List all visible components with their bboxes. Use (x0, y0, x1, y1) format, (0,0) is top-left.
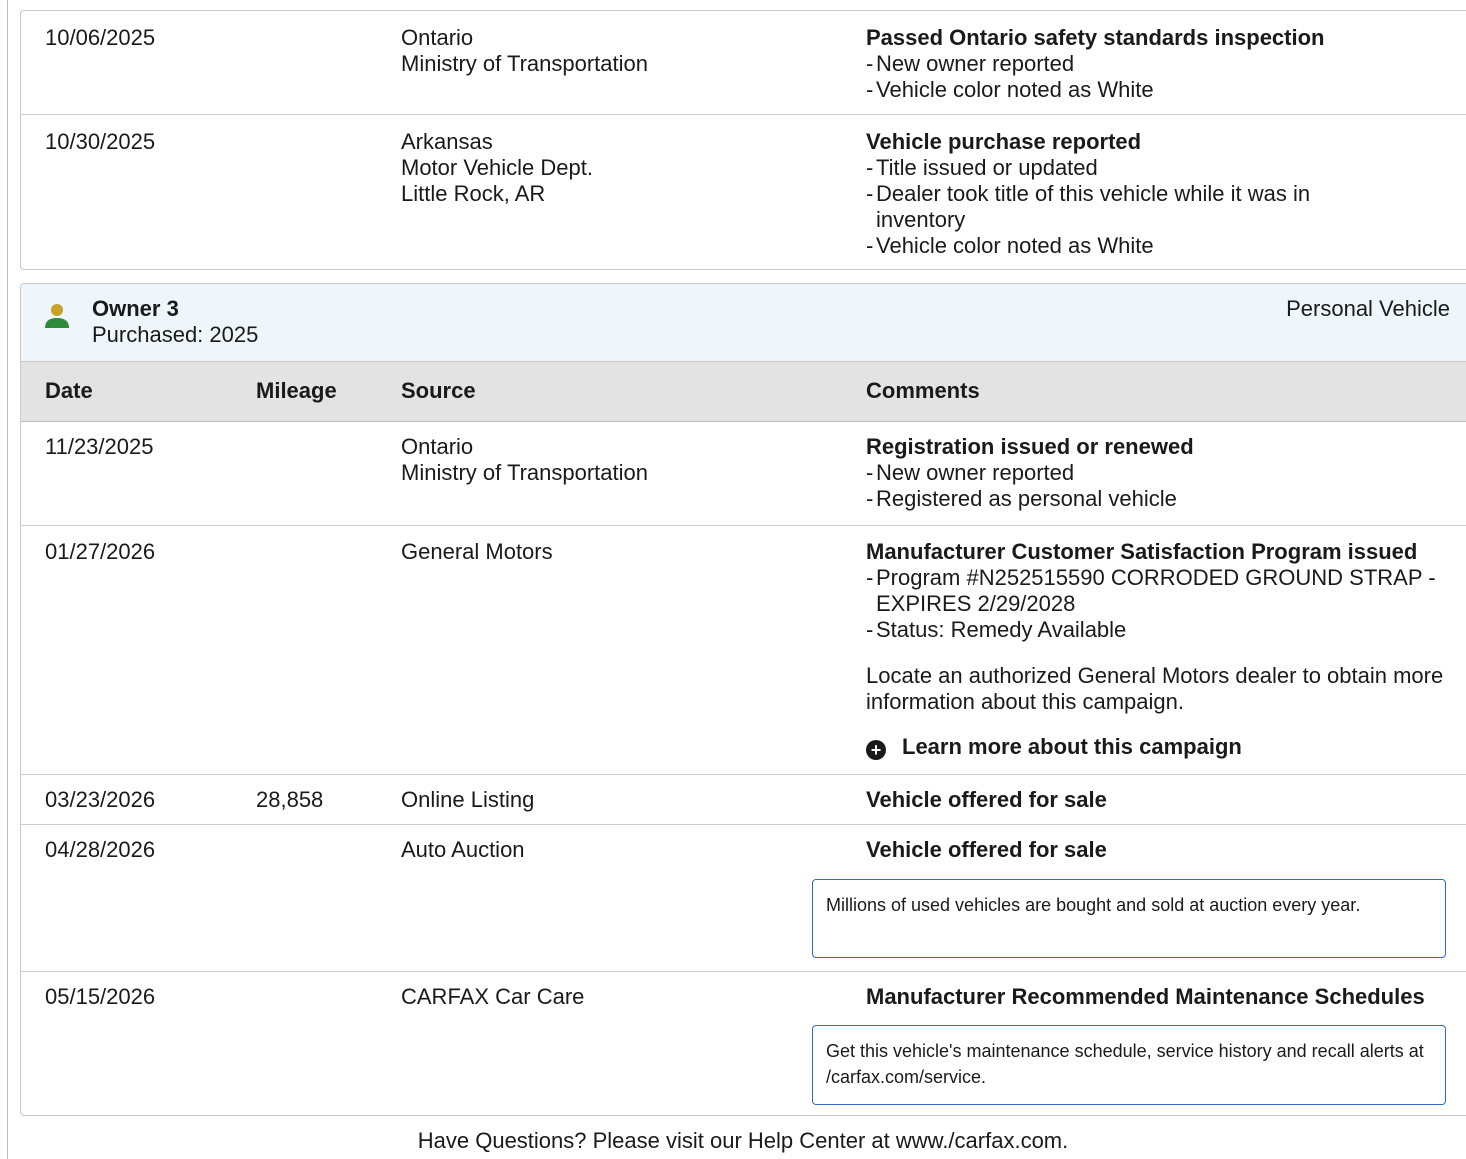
record-source: Ontario Ministry of Transportation (401, 25, 648, 76)
record-date: 01/27/2026 (45, 539, 156, 564)
record-mileage: 28,858 (256, 787, 324, 812)
record-date: 11/23/2025 (45, 434, 154, 459)
table-row: 05/15/2026 CARFAX Car Care Manufacturer … (21, 971, 1466, 1115)
comment-item: Dealer took title of this vehicle while … (866, 181, 1386, 233)
record-comments: Manufacturer Customer Satisfaction Progr… (866, 539, 1456, 715)
owner-header: Owner 3 Purchased: 2025 Personal Vehicle (21, 284, 1466, 362)
page-left-border (7, 0, 8, 1159)
comment-item: Status: Remedy Available (866, 617, 1456, 643)
campaign-note: Locate an authorized General Motors deal… (866, 663, 1444, 714)
table-row: 10/30/2025 Arkansas Motor Vehicle Dept. … (21, 114, 1466, 269)
record-date: 05/15/2026 (45, 984, 156, 1009)
maintenance-info-box: Get this vehicle's maintenance schedule,… (812, 1025, 1446, 1105)
record-comments: Manufacturer Recommended Maintenance Sch… (866, 984, 1456, 1010)
record-date: 10/06/2025 (45, 25, 156, 50)
auction-info-box: Millions of used vehicles are bought and… (812, 879, 1446, 958)
comment-item: New owner reported (866, 51, 1456, 77)
comment-title: Manufacturer Customer Satisfaction Progr… (866, 539, 1418, 564)
comment-title: Vehicle offered for sale (866, 787, 1107, 812)
plus-circle-icon: + (866, 740, 886, 760)
comment-item: New owner reported (866, 460, 1456, 486)
person-icon (45, 304, 69, 328)
learn-more-campaign-link[interactable]: + Learn more about this campaign (866, 734, 1242, 760)
record-source: Online Listing (401, 787, 535, 812)
record-date: 10/30/2025 (45, 129, 156, 154)
record-source: CARFAX Car Care (401, 984, 585, 1009)
comment-title: Registration issued or renewed (866, 434, 1194, 459)
record-date: 04/28/2026 (45, 837, 156, 862)
previous-owner-records: 10/06/2025 Ontario Ministry of Transport… (20, 10, 1466, 270)
record-comments: Vehicle purchase reported Title issued o… (866, 129, 1386, 259)
comment-item: Title issued or updated (866, 155, 1386, 181)
record-source: Auto Auction (401, 837, 525, 862)
column-header-comments: Comments (866, 378, 980, 403)
record-comments: Registration issued or renewed New owner… (866, 434, 1456, 512)
comment-item: Vehicle color noted as White (866, 77, 1456, 103)
table-row: 01/27/2026 General Motors Manufacturer C… (21, 525, 1466, 774)
table-header: Date Mileage Source Comments (21, 362, 1466, 422)
comment-title: Manufacturer Recommended Maintenance Sch… (866, 984, 1425, 1009)
record-source: General Motors (401, 539, 553, 564)
table-row: 03/23/2026 28,858 Online Listing Vehicle… (21, 774, 1466, 824)
record-comments: Passed Ontario safety standards inspecti… (866, 25, 1456, 103)
table-row: 04/28/2026 Auto Auction Vehicle offered … (21, 824, 1466, 971)
record-comments: Vehicle offered for sale (866, 837, 1456, 863)
owner-3-card: Owner 3 Purchased: 2025 Personal Vehicle… (20, 283, 1466, 1116)
comment-title: Vehicle offered for sale (866, 837, 1107, 862)
comment-item: Vehicle color noted as White (866, 233, 1386, 259)
record-comments: Vehicle offered for sale (866, 787, 1456, 813)
record-date: 03/23/2026 (45, 787, 156, 812)
table-row: 10/06/2025 Ontario Ministry of Transport… (21, 11, 1466, 114)
column-header-date: Date (45, 378, 93, 403)
help-center-footer: Have Questions? Please visit our Help Ce… (417, 1128, 1069, 1153)
owner-name: Owner 3 (92, 296, 179, 321)
owner-vehicle-type: Personal Vehicle (1286, 296, 1450, 321)
owner-purchased: Purchased: 2025 (92, 322, 259, 347)
table-row: 11/23/2025 Ontario Ministry of Transport… (21, 422, 1466, 525)
comment-item: Registered as personal vehicle (866, 486, 1456, 512)
column-header-source: Source (401, 378, 476, 403)
comment-title: Vehicle purchase reported (866, 129, 1142, 154)
comment-title: Passed Ontario safety standards inspecti… (866, 25, 1325, 50)
record-source: Arkansas Motor Vehicle Dept. Little Rock… (401, 129, 593, 206)
record-source: Ontario Ministry of Transportation (401, 434, 648, 485)
comment-item: Program #N252515590 CORRODED GROUND STRA… (866, 565, 1456, 617)
column-header-mileage: Mileage (256, 378, 337, 403)
